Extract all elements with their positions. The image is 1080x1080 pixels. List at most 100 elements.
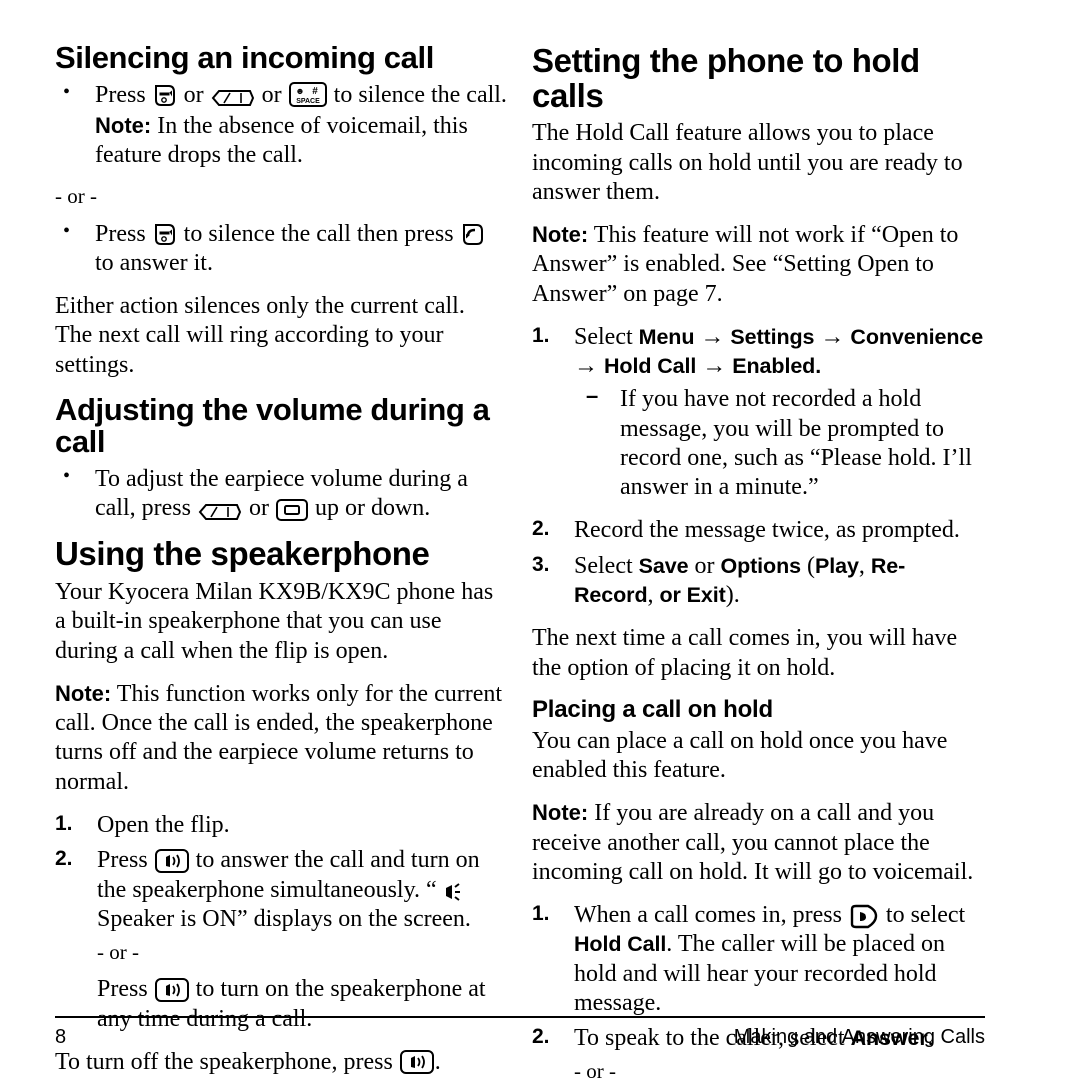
bullet-marker: • (63, 219, 71, 242)
up-or-down-label: up or down. (314, 495, 431, 522)
send-call-key-icon (460, 221, 486, 247)
note-text: This feature will not work if “Open to A… (532, 222, 959, 307)
speaker-sound-icon (443, 881, 469, 903)
step-number: 2. (55, 847, 73, 871)
step-number: 3. (532, 552, 550, 576)
press-label: Press (97, 976, 148, 1003)
placing-hold-steps: 1. When a call comes in, press to select… (532, 901, 984, 1080)
page-number: 8 (55, 1026, 67, 1048)
silencing-bullet-list: • Press or or ☻ # SPACE to silence the c… (55, 81, 507, 171)
volume-rocker-key-icon (197, 502, 243, 522)
heading-silencing-an-incoming-call: Silencing an incoming call (55, 40, 434, 75)
note-label: Note: (95, 112, 152, 138)
select-label: Select (574, 552, 633, 579)
select-label: Select (574, 323, 633, 350)
heading-using-the-speakerphone: Using the speakerphone (55, 535, 430, 573)
heading-adjusting-the-volume: Adjusting the volume during a call (55, 391, 490, 460)
turn-off-label: To turn off the speakerphone, press (55, 1048, 393, 1075)
note-text: If you are already on a call and you rec… (532, 800, 974, 885)
end-call-key-icon (152, 221, 178, 247)
list-item: • Press to silence the call then press t… (55, 220, 507, 279)
hold-setting-steps: 1. Select Menu → Settings → Convenience … (532, 323, 984, 610)
menu-path-menu: Menu (638, 324, 695, 349)
arrow-icon: → (820, 323, 845, 350)
arrow-icon: → (700, 323, 725, 350)
substep-text: If you have not recorded a hold message,… (620, 386, 972, 501)
comma: , (647, 582, 654, 608)
speakerphone-note-paragraph: Note: This function works only for the c… (55, 680, 507, 797)
step-text: Record the message twice, as prompted. (574, 517, 960, 544)
step-number: 1. (532, 323, 550, 347)
svg-text:SPACE: SPACE (296, 98, 320, 105)
svg-text:#: # (312, 86, 318, 97)
hold-setting-intro-paragraph: The Hold Call feature allows you to plac… (532, 120, 963, 205)
press-label: Press (95, 220, 146, 247)
note-label: Note: (532, 222, 589, 248)
speakerphone-key-icon (154, 848, 190, 874)
close-paren: ). (725, 582, 740, 608)
navigation-select-key-icon (848, 904, 880, 929)
list-item: 3. Select Save or Options (Play, Re-Reco… (532, 552, 984, 611)
footer-divider (55, 1016, 985, 1018)
speakerphone-closing-paragraph: To turn off the speakerphone, press . (55, 1048, 507, 1077)
silencing-closing-paragraph: Either action silences only the current … (55, 293, 465, 378)
speakerphone-key-icon (154, 977, 190, 1003)
note-page-reference: 7 (704, 280, 717, 307)
step-text-b: Speaker is ON” displays on the screen. (97, 905, 471, 932)
press-label: Press (95, 81, 146, 108)
arrow-icon: → (702, 353, 727, 380)
bullet-marker: • (63, 80, 71, 103)
speakerphone-alternative: Press to turn on the speakerphone at any… (97, 975, 507, 1034)
placing-hold-intro-paragraph: You can place a call on hold once you ha… (532, 727, 948, 783)
list-item: • To adjust the earpiece volume during a… (55, 465, 507, 524)
menu-path-hold-call: Hold Call (604, 354, 697, 379)
answer-it-label: to answer it. (95, 249, 213, 276)
list-item: 2. Press to answer the call and turn on … (55, 846, 507, 1034)
closing-period: . (434, 1048, 441, 1075)
list-item: – If you have not recorded a hold messag… (582, 383, 984, 502)
step-text-a: When a call comes in, press (574, 902, 842, 929)
option-play: Play (814, 553, 859, 578)
svg-text:☻: ☻ (295, 86, 304, 96)
list-item: 2. Record the message twice, as prompted… (532, 516, 984, 545)
two-column-body: Silencing an incoming call • Press or or… (55, 40, 985, 1080)
note-text: This function works only for the current… (55, 680, 503, 795)
note-text: In the absence of voicemail, this featur… (95, 112, 468, 169)
list-item: • Press or or ☻ # SPACE to silence the c… (55, 81, 507, 171)
note-label: Note: (55, 680, 112, 706)
menu-path-convenience: Convenience (850, 324, 984, 349)
press-label: Press (97, 847, 148, 874)
footer-chapter-title: Making and Answering Calls (733, 1026, 985, 1048)
space-pound-key-icon: ☻ # SPACE (288, 81, 328, 108)
or-label-2: or (261, 81, 282, 108)
menu-path-enabled: Enabled. (732, 354, 822, 379)
or-separator-3: - or - (574, 1059, 616, 1080)
hold-setting-note-paragraph: Note: This feature will not work if “Ope… (532, 221, 984, 309)
or-label: or (248, 495, 269, 522)
step-number: 1. (532, 902, 550, 926)
placing-hold-note-paragraph: Note: If you are already on a call and y… (532, 799, 984, 887)
side-button-key-icon (275, 498, 309, 522)
speakerphone-steps: 1. Open the flip. 2. Press to answer the… (55, 811, 507, 1034)
open-paren: ( (806, 552, 815, 579)
page-footer: 8 Making and Answering Calls (55, 1026, 985, 1049)
speakerphone-intro-paragraph: Your Kyocera Milan KX9B/KX9C phone has a… (55, 579, 494, 664)
speakerphone-key-icon (399, 1049, 435, 1075)
step-number: 1. (55, 811, 73, 835)
left-column: Silencing an incoming call • Press or or… (55, 40, 507, 1074)
option-options: Options (720, 553, 801, 578)
step-text: Open the flip. (97, 811, 230, 838)
option-save: Save (638, 553, 689, 578)
menu-path-settings: Settings (730, 324, 815, 349)
volume-bullet-list: • To adjust the earpiece volume during a… (55, 465, 507, 524)
arrow-icon: → (574, 353, 598, 380)
hold-setting-closing-paragraph: The next time a call comes in, you will … (532, 625, 958, 681)
step-number: 2. (532, 517, 550, 541)
or-label: or (694, 552, 715, 579)
end-call-key-icon (152, 82, 178, 108)
comma: , (858, 552, 865, 579)
menu-item-hold-call: Hold Call (574, 932, 667, 957)
manual-page: Silencing an incoming call • Press or or… (0, 0, 1080, 1080)
silence-call-label: to silence the call. (333, 81, 507, 108)
dash-marker: – (586, 383, 599, 409)
